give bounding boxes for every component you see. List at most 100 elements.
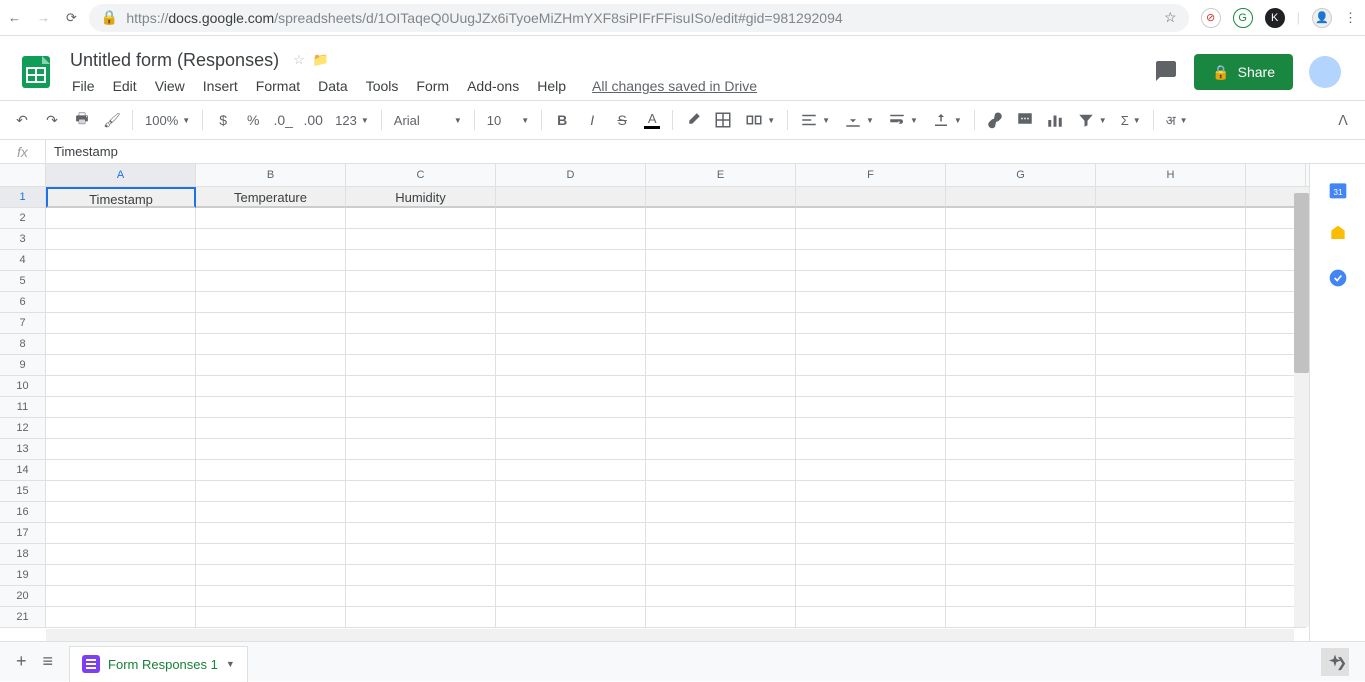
column-header-B[interactable]: B <box>196 164 346 186</box>
cell-E9[interactable] <box>646 355 796 376</box>
cell-E6[interactable] <box>646 292 796 313</box>
cell-E19[interactable] <box>646 565 796 586</box>
cell-E1[interactable] <box>646 187 796 208</box>
cell-B18[interactable] <box>196 544 346 565</box>
cell-C16[interactable] <box>346 502 496 523</box>
fill-color-button[interactable] <box>679 106 707 134</box>
cell-E2[interactable] <box>646 208 796 229</box>
filter-button[interactable]: ▼ <box>1071 111 1113 129</box>
cell-G3[interactable] <box>946 229 1096 250</box>
cell-H6[interactable] <box>1096 292 1246 313</box>
select-all-corner[interactable] <box>0 164 46 186</box>
cell-A2[interactable] <box>46 208 196 229</box>
sheet-tab[interactable]: Form Responses 1 ▼ <box>69 646 248 682</box>
cell-A4[interactable] <box>46 250 196 271</box>
cell-F7[interactable] <box>796 313 946 334</box>
cell-A12[interactable] <box>46 418 196 439</box>
cell-B16[interactable] <box>196 502 346 523</box>
cell-C7[interactable] <box>346 313 496 334</box>
cell-H14[interactable] <box>1096 460 1246 481</box>
cell-H13[interactable] <box>1096 439 1246 460</box>
cell-E5[interactable] <box>646 271 796 292</box>
cell-H17[interactable] <box>1096 523 1246 544</box>
strikethrough-button[interactable]: S <box>608 106 636 134</box>
redo-button[interactable]: ↷ <box>38 106 66 134</box>
cell-E4[interactable] <box>646 250 796 271</box>
horizontal-scrollbar[interactable] <box>46 629 1294 641</box>
cell-G21[interactable] <box>946 607 1096 628</box>
cell-B15[interactable] <box>196 481 346 502</box>
cell-G12[interactable] <box>946 418 1096 439</box>
menu-data[interactable]: Data <box>310 74 356 98</box>
cell-A18[interactable] <box>46 544 196 565</box>
row-header-8[interactable]: 8 <box>0 334 46 355</box>
chrome-menu-icon[interactable]: ⋮ <box>1344 10 1357 26</box>
functions-button[interactable]: Σ▼ <box>1115 113 1147 128</box>
share-button[interactable]: 🔒 Share <box>1194 54 1293 90</box>
cell-D9[interactable] <box>496 355 646 376</box>
insert-comment-button[interactable] <box>1011 106 1039 134</box>
cell-F20[interactable] <box>796 586 946 607</box>
cell-A16[interactable] <box>46 502 196 523</box>
cell-A10[interactable] <box>46 376 196 397</box>
cell-D11[interactable] <box>496 397 646 418</box>
menu-insert[interactable]: Insert <box>195 74 246 98</box>
menu-help[interactable]: Help <box>529 74 574 98</box>
cell-A13[interactable] <box>46 439 196 460</box>
cell-A6[interactable] <box>46 292 196 313</box>
cell-B4[interactable] <box>196 250 346 271</box>
cell-B13[interactable] <box>196 439 346 460</box>
cell-C20[interactable] <box>346 586 496 607</box>
cell-H5[interactable] <box>1096 271 1246 292</box>
cell-G4[interactable] <box>946 250 1096 271</box>
row-header-18[interactable]: 18 <box>0 544 46 565</box>
comments-icon[interactable] <box>1154 59 1178 86</box>
cell-B6[interactable] <box>196 292 346 313</box>
row-header-9[interactable]: 9 <box>0 355 46 376</box>
cell-A3[interactable] <box>46 229 196 250</box>
italic-button[interactable]: I <box>578 106 606 134</box>
cell-C9[interactable] <box>346 355 496 376</box>
cell-D17[interactable] <box>496 523 646 544</box>
cell-D6[interactable] <box>496 292 646 313</box>
cell-D12[interactable] <box>496 418 646 439</box>
row-header-13[interactable]: 13 <box>0 439 46 460</box>
cell-E18[interactable] <box>646 544 796 565</box>
column-header-F[interactable]: F <box>796 164 946 186</box>
forward-button[interactable]: → <box>37 10 50 26</box>
cell-B19[interactable] <box>196 565 346 586</box>
cell-F9[interactable] <box>796 355 946 376</box>
cell-F16[interactable] <box>796 502 946 523</box>
cell-G7[interactable] <box>946 313 1096 334</box>
row-header-17[interactable]: 17 <box>0 523 46 544</box>
font-size-select[interactable]: 10▼ <box>481 113 535 128</box>
cell-E15[interactable] <box>646 481 796 502</box>
cell-F5[interactable] <box>796 271 946 292</box>
cell-D14[interactable] <box>496 460 646 481</box>
zoom-select[interactable]: 100%▼ <box>139 113 196 128</box>
menu-view[interactable]: View <box>147 74 193 98</box>
cell-E16[interactable] <box>646 502 796 523</box>
cell-G15[interactable] <box>946 481 1096 502</box>
cell-E10[interactable] <box>646 376 796 397</box>
text-rotation-button[interactable]: ▼ <box>926 111 968 129</box>
cell-G9[interactable] <box>946 355 1096 376</box>
cell-G1[interactable] <box>946 187 1096 208</box>
cell-H16[interactable] <box>1096 502 1246 523</box>
row-header-14[interactable]: 14 <box>0 460 46 481</box>
cell-F11[interactable] <box>796 397 946 418</box>
row-header-7[interactable]: 7 <box>0 313 46 334</box>
input-tools-button[interactable]: अ▼ <box>1160 111 1194 129</box>
account-avatar[interactable] <box>1309 56 1341 88</box>
text-wrap-button[interactable]: ▼ <box>882 111 924 129</box>
v-align-button[interactable]: ▼ <box>838 111 880 129</box>
cell-C10[interactable] <box>346 376 496 397</box>
h-align-button[interactable]: ▼ <box>794 111 836 129</box>
cell-C3[interactable] <box>346 229 496 250</box>
cell-E7[interactable] <box>646 313 796 334</box>
row-header-15[interactable]: 15 <box>0 481 46 502</box>
cell-H10[interactable] <box>1096 376 1246 397</box>
calendar-icon[interactable]: 31 <box>1328 180 1348 200</box>
ext-icon-2[interactable]: G <box>1233 8 1253 28</box>
cell-C12[interactable] <box>346 418 496 439</box>
